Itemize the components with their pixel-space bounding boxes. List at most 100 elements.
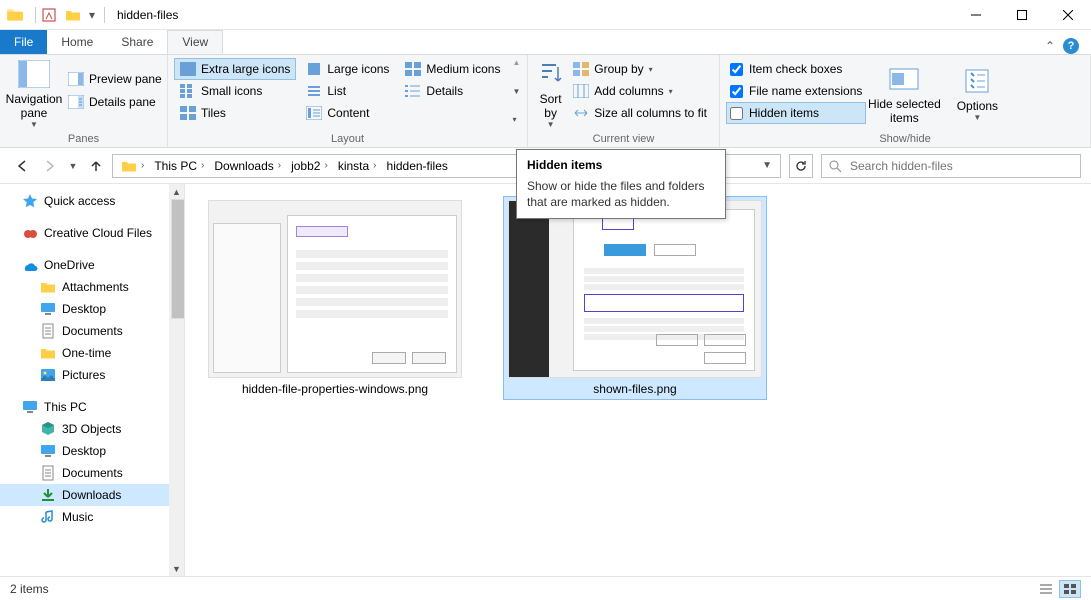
tree-3d-objects[interactable]: 3D Objects — [0, 418, 184, 440]
scroll-thumb[interactable] — [171, 199, 185, 319]
layout-tiles[interactable]: Tiles — [174, 102, 296, 124]
tree-documents[interactable]: Documents — [0, 320, 184, 342]
layout-extra-large-icons[interactable]: Extra large icons — [174, 58, 296, 80]
minimize-button[interactable] — [953, 0, 999, 30]
group-label-panes: Panes — [0, 133, 167, 147]
tree-this-pc[interactable]: This PC — [0, 396, 184, 418]
file-item-1[interactable]: hidden-file-properties-windows.png — [203, 196, 467, 400]
up-button[interactable] — [84, 154, 108, 178]
add-columns-button[interactable]: Add columns ▾ — [567, 80, 713, 102]
view-icons-button[interactable] — [1059, 580, 1081, 598]
tab-view[interactable]: View — [167, 30, 223, 54]
breadcrumb-current[interactable]: hidden-files — [381, 155, 452, 177]
tree-pictures[interactable]: Pictures — [0, 364, 184, 386]
layout-list[interactable]: List — [300, 80, 395, 102]
hide-selected-icon — [888, 63, 920, 95]
maximize-button[interactable] — [999, 0, 1045, 30]
size-columns-icon — [573, 105, 589, 121]
tree-downloads[interactable]: Downloads — [0, 484, 184, 506]
item-checkboxes-toggle[interactable]: Item check boxes — [726, 58, 866, 80]
details-pane-icon — [68, 94, 84, 110]
title-bar: ▾ hidden-files — [0, 0, 1091, 30]
navigation-pane-button[interactable]: Navigation pane ▼ — [6, 58, 62, 130]
details-icon — [405, 83, 421, 99]
tooltip-title: Hidden items — [527, 158, 715, 172]
group-label-layout: Layout — [168, 133, 527, 147]
tree-attachments[interactable]: Attachments — [0, 276, 184, 298]
pc-icon — [22, 399, 38, 415]
options-button[interactable]: Options ▼ — [951, 58, 1003, 130]
layout-scroll-up-icon[interactable]: ▲ — [512, 58, 520, 67]
file-extensions-toggle[interactable]: File name extensions — [726, 80, 866, 102]
group-label-show-hide: Show/hide — [720, 133, 1090, 147]
layout-large-icons[interactable]: Large icons — [300, 58, 395, 80]
search-input[interactable] — [850, 159, 1074, 173]
tab-file[interactable]: File — [0, 30, 47, 54]
qat-dropdown-icon[interactable]: ▾ — [86, 4, 98, 26]
sort-by-button[interactable]: Sort by ▼ — [534, 58, 567, 130]
recent-locations-button[interactable]: ▼ — [66, 154, 80, 178]
main-area: Quick access Creative Cloud Files OneDri… — [0, 184, 1091, 576]
chevron-down-icon: ▼ — [547, 120, 555, 130]
help-icon[interactable]: ? — [1063, 38, 1079, 54]
breadcrumb-this-pc[interactable]: This PC› — [148, 155, 208, 177]
file-grid: hidden-file-properties-windows.png — [185, 184, 1091, 576]
file-name: hidden-file-properties-windows.png — [242, 382, 428, 396]
desktop-icon — [40, 443, 56, 459]
layout-scroll-down-icon[interactable]: ▼ — [512, 87, 520, 96]
file-name: shown-files.png — [593, 382, 676, 396]
hidden-items-tooltip: Hidden items Show or hide the files and … — [516, 149, 726, 219]
tree-one-time[interactable]: One-time — [0, 342, 184, 364]
refresh-button[interactable] — [789, 154, 813, 178]
tree-desktop-pc[interactable]: Desktop — [0, 440, 184, 462]
tree-scrollbar[interactable]: ▲ ▼ — [169, 184, 184, 576]
group-by-button[interactable]: Group by ▾ — [567, 58, 713, 80]
large-icons-icon — [306, 61, 322, 77]
scroll-up-icon[interactable]: ▲ — [169, 184, 184, 199]
scroll-down-icon[interactable]: ▼ — [169, 561, 184, 576]
ribbon-collapse-icon[interactable]: ⌃ — [1045, 39, 1055, 53]
tree-onedrive[interactable]: OneDrive — [0, 254, 184, 276]
size-columns-button[interactable]: Size all columns to fit — [567, 102, 713, 124]
status-item-count: 2 items — [10, 582, 49, 596]
breadcrumb-kinsta[interactable]: kinsta› — [332, 155, 381, 177]
small-icons-icon — [180, 83, 196, 99]
breadcrumb-jobb2[interactable]: jobb2› — [285, 155, 332, 177]
layout-content[interactable]: Content — [300, 102, 395, 124]
layout-medium-icons[interactable]: Medium icons — [399, 58, 506, 80]
file-thumbnail — [208, 200, 462, 378]
view-details-button[interactable] — [1035, 580, 1057, 598]
breadcrumb-root-icon[interactable]: › — [115, 155, 148, 177]
back-button[interactable] — [10, 154, 34, 178]
tab-home[interactable]: Home — [47, 30, 107, 54]
layout-details[interactable]: Details — [399, 80, 506, 102]
hidden-items-toggle[interactable]: Hidden items — [726, 102, 866, 124]
address-dropdown-icon[interactable]: ▼ — [756, 160, 778, 171]
tree-documents-pc[interactable]: Documents — [0, 462, 184, 484]
layout-more-icon[interactable]: ▾ — [512, 115, 520, 124]
preview-pane-button[interactable]: Preview pane — [62, 68, 168, 90]
group-label-current-view: Current view — [528, 133, 719, 147]
tree-creative-cloud[interactable]: Creative Cloud Files — [0, 222, 184, 244]
qat-new-folder-icon[interactable] — [62, 4, 84, 26]
file-item-2[interactable]: shown-files.png — [503, 196, 767, 400]
music-icon — [40, 509, 56, 525]
breadcrumb-downloads[interactable]: Downloads› — [208, 155, 285, 177]
tree-quick-access[interactable]: Quick access — [0, 190, 184, 212]
documents-icon — [40, 465, 56, 481]
tree-desktop[interactable]: Desktop — [0, 298, 184, 320]
close-button[interactable] — [1045, 0, 1091, 30]
qat-properties-icon[interactable] — [38, 4, 60, 26]
hide-selected-button[interactable]: Hide selected items — [866, 58, 942, 130]
tab-share[interactable]: Share — [107, 30, 167, 54]
forward-button[interactable] — [38, 154, 62, 178]
chevron-down-icon: ▼ — [973, 113, 981, 123]
search-icon — [828, 159, 842, 173]
folder-icon — [40, 279, 56, 295]
layout-small-icons[interactable]: Small icons — [174, 80, 296, 102]
details-pane-button[interactable]: Details pane — [62, 91, 168, 113]
tree-music[interactable]: Music — [0, 506, 184, 528]
search-box[interactable] — [821, 154, 1081, 178]
documents-icon — [40, 323, 56, 339]
status-bar: 2 items — [0, 576, 1091, 600]
